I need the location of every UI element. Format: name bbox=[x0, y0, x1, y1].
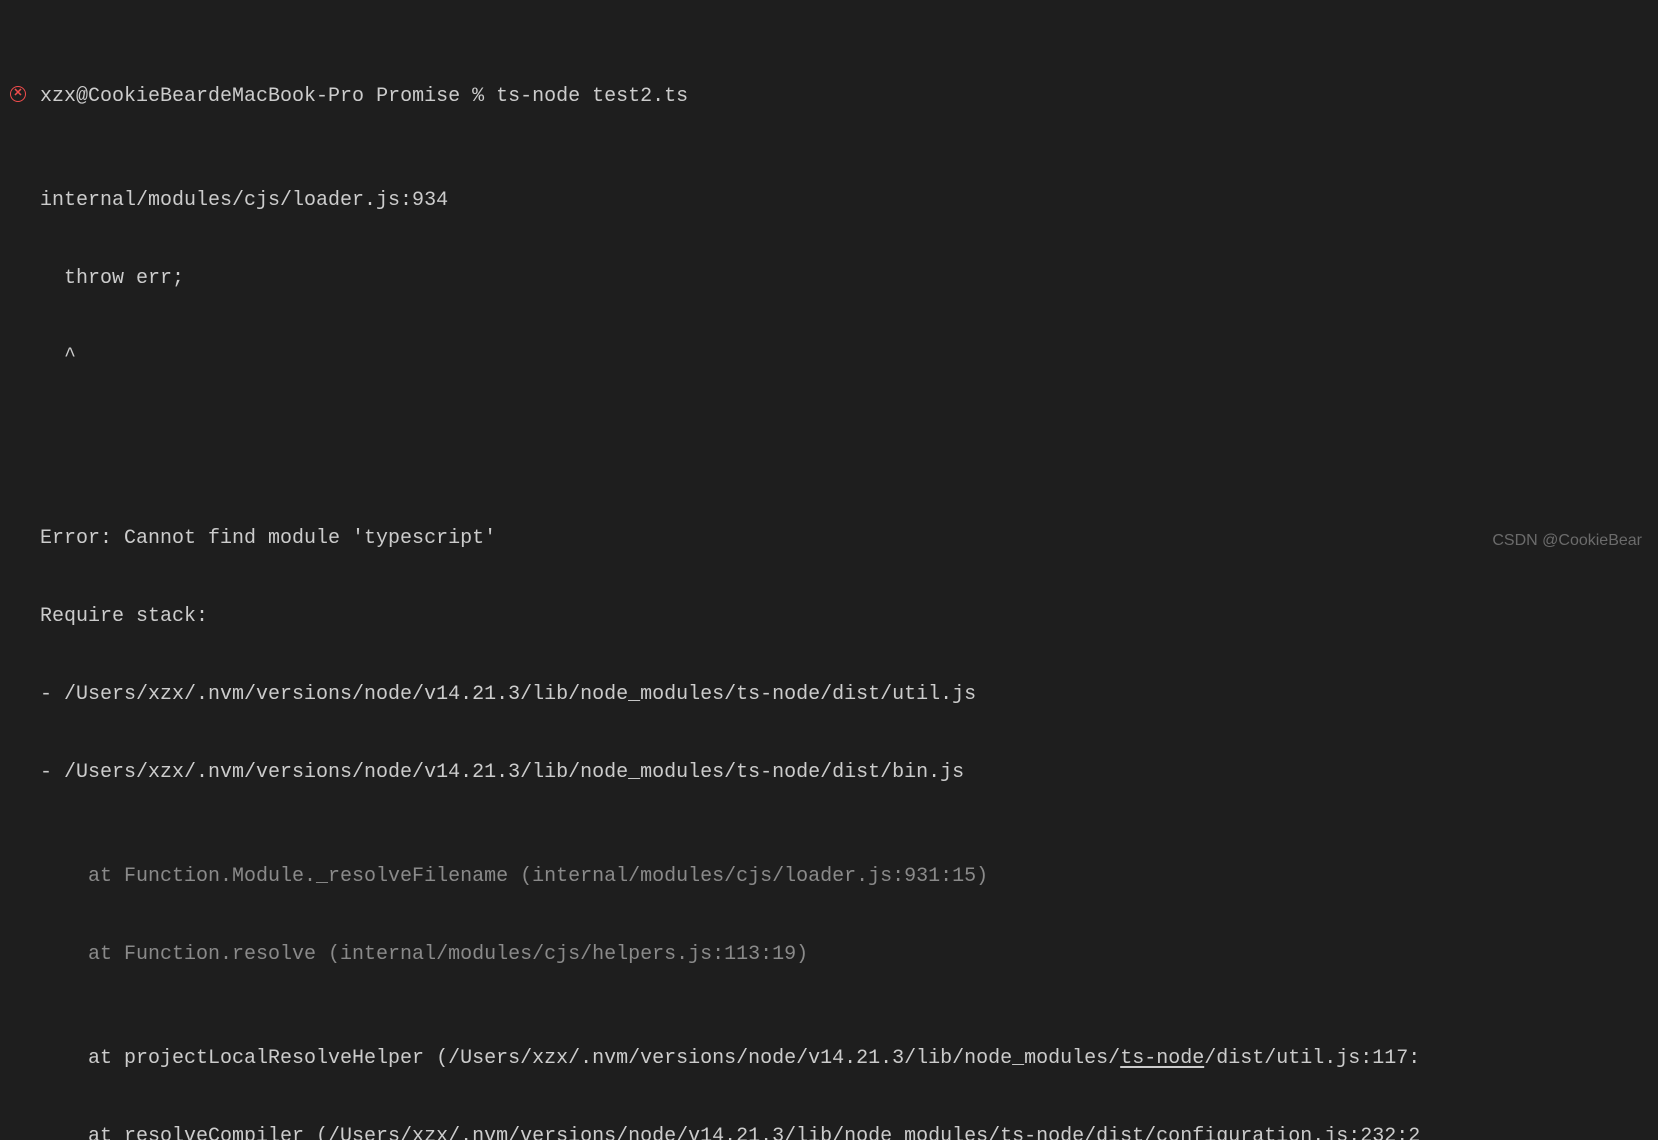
require-stack-label: Require stack: bbox=[0, 604, 1658, 630]
error-message: Error: Cannot find module 'typescript' bbox=[0, 526, 1658, 552]
throw-line: throw err; bbox=[0, 266, 1658, 292]
stack-file: - /Users/xzx/.nvm/versions/node/v14.21.3… bbox=[0, 760, 1658, 786]
watermark: CSDN @CookieBear bbox=[1492, 528, 1642, 554]
error-icon: ✕ bbox=[6, 84, 40, 102]
loader-line: internal/modules/cjs/loader.js:934 bbox=[0, 188, 1658, 214]
trace-line: at resolveCompiler (/Users/xzx/.nvm/vers… bbox=[0, 1124, 1658, 1140]
trace-line: at Function.Module._resolveFilename (int… bbox=[0, 864, 1658, 890]
trace-line: at Function.resolve (internal/modules/cj… bbox=[0, 942, 1658, 968]
trace-line: at projectLocalResolveHelper (/Users/xzx… bbox=[0, 1046, 1658, 1072]
terminal-output[interactable]: ✕ xzx@CookieBeardeMacBook-Pro Promise % … bbox=[0, 0, 1658, 1140]
prompt-line: ✕ xzx@CookieBeardeMacBook-Pro Promise % … bbox=[0, 84, 1658, 110]
caret-line: ^ bbox=[0, 344, 1658, 370]
prompt-text: xzx@CookieBeardeMacBook-Pro Promise % ts… bbox=[40, 84, 688, 110]
blank-line bbox=[0, 422, 1658, 448]
stack-file: - /Users/xzx/.nvm/versions/node/v14.21.3… bbox=[0, 682, 1658, 708]
